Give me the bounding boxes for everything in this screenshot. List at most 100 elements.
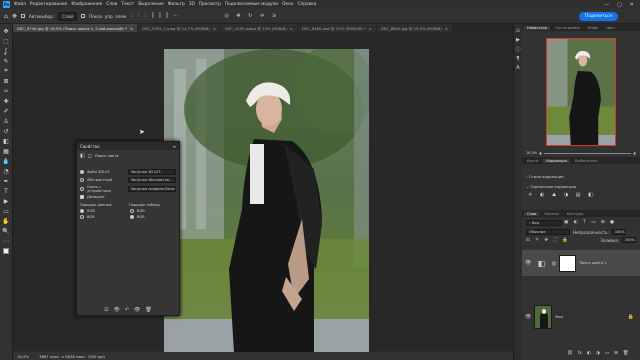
actions-icon[interactable]: ▶ xyxy=(516,37,520,43)
link-layers-icon[interactable]: ⛓ xyxy=(567,351,573,356)
close-icon[interactable]: × xyxy=(213,26,216,31)
close-button[interactable]: ✕ xyxy=(630,2,634,8)
tab-channels[interactable]: Каналы xyxy=(541,212,561,216)
history-icon[interactable]: ⎌ xyxy=(516,28,520,34)
menu-help[interactable]: Справка xyxy=(298,2,317,7)
data-order-rgb-radio[interactable] xyxy=(80,209,84,213)
foreground-color-swatch[interactable] xyxy=(3,248,9,254)
layer-mask-thumbnail[interactable] xyxy=(559,254,577,272)
align-icons[interactable]: ⫶ ⫶ ⫶ ⫿ ⫿ ⫿ ⋯ xyxy=(131,13,180,19)
new-layer-icon[interactable]: ⊞ xyxy=(614,351,618,356)
menu-window[interactable]: Окно xyxy=(282,2,293,7)
healing-icon[interactable]: ✚ xyxy=(2,97,11,105)
marquee-icon[interactable]: ⬚ xyxy=(2,37,11,45)
type-icon[interactable]: T xyxy=(2,187,11,195)
panel-menu-icon[interactable]: ≡ xyxy=(173,144,176,149)
fx-icon[interactable]: fx xyxy=(578,351,582,356)
new-group-icon[interactable]: ▭ xyxy=(605,351,609,356)
quick-select-icon[interactable]: ✎ xyxy=(2,57,11,65)
menu-filter[interactable]: Фильтр xyxy=(168,2,185,7)
layer-filter-icons[interactable]: ▣ ◐ T ▭ ⊞ ● xyxy=(564,220,616,226)
adjustment-presets-item[interactable]: › Стили коррекции xyxy=(526,174,564,179)
tab-navigator[interactable]: Навигатор xyxy=(524,25,551,30)
pen-icon[interactable]: ✒ xyxy=(2,177,11,185)
close-icon[interactable]: × xyxy=(130,26,133,31)
info-icon[interactable]: ⓘ xyxy=(515,46,520,53)
gradient-icon[interactable]: ▦ xyxy=(2,147,11,155)
layer-name[interactable]: Поиск цвета 1 xyxy=(579,261,606,265)
toggle-visibility-icon[interactable]: 👁 xyxy=(134,307,140,313)
dodge-icon[interactable]: ◔ xyxy=(2,167,11,175)
background-thumbnail[interactable] xyxy=(534,305,553,329)
path-select-icon[interactable]: ▶ xyxy=(2,197,11,205)
zoom-slider[interactable] xyxy=(543,152,632,154)
color-swatches[interactable] xyxy=(2,247,11,255)
menu-file[interactable]: Файл xyxy=(14,2,26,7)
navigator-zoom-value[interactable]: 16,5% xyxy=(526,151,537,155)
rectangle-icon[interactable]: ▭ xyxy=(2,207,11,215)
layer-row-background[interactable]: 👁 Фон 🔒 xyxy=(522,304,640,330)
clip-to-layer-icon[interactable]: ⊡ xyxy=(104,307,108,313)
autoselect-dropdown[interactable]: Слой xyxy=(58,11,78,21)
tab-info[interactable]: Инфо xyxy=(585,26,601,30)
home-icon[interactable]: ⌂ xyxy=(4,13,8,20)
zoom-icon[interactable]: 🔍 xyxy=(2,227,11,235)
tab-libraries[interactable]: Библиотеки xyxy=(572,159,601,163)
photoshop-logo-icon[interactable]: Ps xyxy=(3,1,10,8)
menu-plugins[interactable]: Подключаемые модули xyxy=(225,2,278,7)
paragraph-icon[interactable]: ¶ xyxy=(516,56,519,62)
3d-mode-icons[interactable]: ◎ ✥ ↻ ✢ ⇲ xyxy=(224,13,278,19)
abstract-dropdown[interactable]: Загрузка Абстрактна... xyxy=(128,177,176,183)
tab-dsc-4255[interactable]: DSC_4255.webp @ 15% (RGB/8) × xyxy=(220,24,297,32)
layer-row-color-lookup[interactable]: 👁 ◧ ⛓ Поиск цвета 1 xyxy=(522,250,640,276)
tab-paths[interactable]: Контуры xyxy=(564,212,586,216)
tab-adjustments[interactable]: Коррекция xyxy=(543,158,570,163)
device-link-radio[interactable] xyxy=(80,187,84,191)
tab-layers[interactable]: Слои xyxy=(524,211,540,216)
lasso-icon[interactable]: ʆ xyxy=(2,47,11,55)
view-previous-icon[interactable]: 👁 xyxy=(113,307,119,313)
opacity-field[interactable]: 100% xyxy=(611,229,626,235)
share-button[interactable]: Поделиться xyxy=(579,11,618,21)
zoom-in-icon[interactable]: ▲ xyxy=(633,151,636,155)
fill-field[interactable]: 100% xyxy=(622,237,636,243)
tab-dsc-9749[interactable]: DSC_9749.jpg @ 16,5% (Поиск цвета 1, Сло… xyxy=(13,24,138,32)
autoselect-checkbox[interactable] xyxy=(20,14,25,18)
data-order-bgr-radio[interactable] xyxy=(80,215,84,219)
menu-text[interactable]: Текст xyxy=(121,2,134,7)
close-icon[interactable]: × xyxy=(369,26,372,31)
new-adjustment-icon[interactable]: ◑ xyxy=(596,351,600,356)
tab-brushes[interactable]: Кисти xyxy=(524,159,541,163)
device-link-dropdown[interactable]: Загрузка профиля Device... xyxy=(128,186,176,192)
transform-checkbox[interactable] xyxy=(81,14,86,18)
file-3dlut-dropdown[interactable]: Загрузка 3D LUT... xyxy=(128,169,176,175)
character-icon[interactable]: A xyxy=(516,65,519,71)
brush-icon[interactable]: ✐ xyxy=(2,107,11,115)
hand-icon[interactable]: ✋ xyxy=(2,217,11,225)
zoom-out-icon[interactable]: ▲ xyxy=(539,151,542,155)
eyedropper-icon[interactable]: ✑ xyxy=(2,87,11,95)
single-adjustments-item[interactable]: ⌄ Одиночные коррекции xyxy=(526,184,576,189)
zoom-level[interactable]: 16,5% xyxy=(17,354,29,359)
move-icon[interactable]: ✥ xyxy=(2,27,11,35)
document-canvas-photo[interactable] xyxy=(164,49,369,353)
trash-icon[interactable]: 🗑 xyxy=(145,307,151,313)
tab-histogram[interactable]: Гистограмма xyxy=(552,26,583,30)
menu-image[interactable]: Изображение xyxy=(71,2,102,7)
eraser-icon[interactable]: ◧ xyxy=(2,137,11,145)
menu-layers[interactable]: Слои xyxy=(106,2,117,7)
move-tool-icon[interactable]: ✥ xyxy=(12,13,17,20)
properties-header[interactable]: Свойства ≡ xyxy=(77,142,179,150)
navigator-thumbnail[interactable] xyxy=(546,38,616,146)
frame-icon[interactable]: ⊠ xyxy=(2,77,11,85)
adjustment-icons[interactable]: ☀ ◐ ⛰ ◑ ▤ ◧ xyxy=(528,192,596,198)
abstract-radio[interactable] xyxy=(80,178,84,182)
visibility-eye-icon[interactable]: 👁 xyxy=(525,314,531,320)
tab-color[interactable]: Цвет xyxy=(603,26,618,30)
menu-edit[interactable]: Редактирование xyxy=(30,2,68,7)
tab-dsc-5295[interactable]: DSC_5295_1.jpeg @ 14,7% (RGB/8) × xyxy=(138,24,220,32)
layer-kind-filter[interactable]: ⌕ Вид xyxy=(526,220,562,226)
dither-checkbox[interactable] xyxy=(80,195,84,199)
stamp-icon[interactable]: ♙ xyxy=(2,117,11,125)
table-order-rgb-radio[interactable] xyxy=(130,209,134,213)
